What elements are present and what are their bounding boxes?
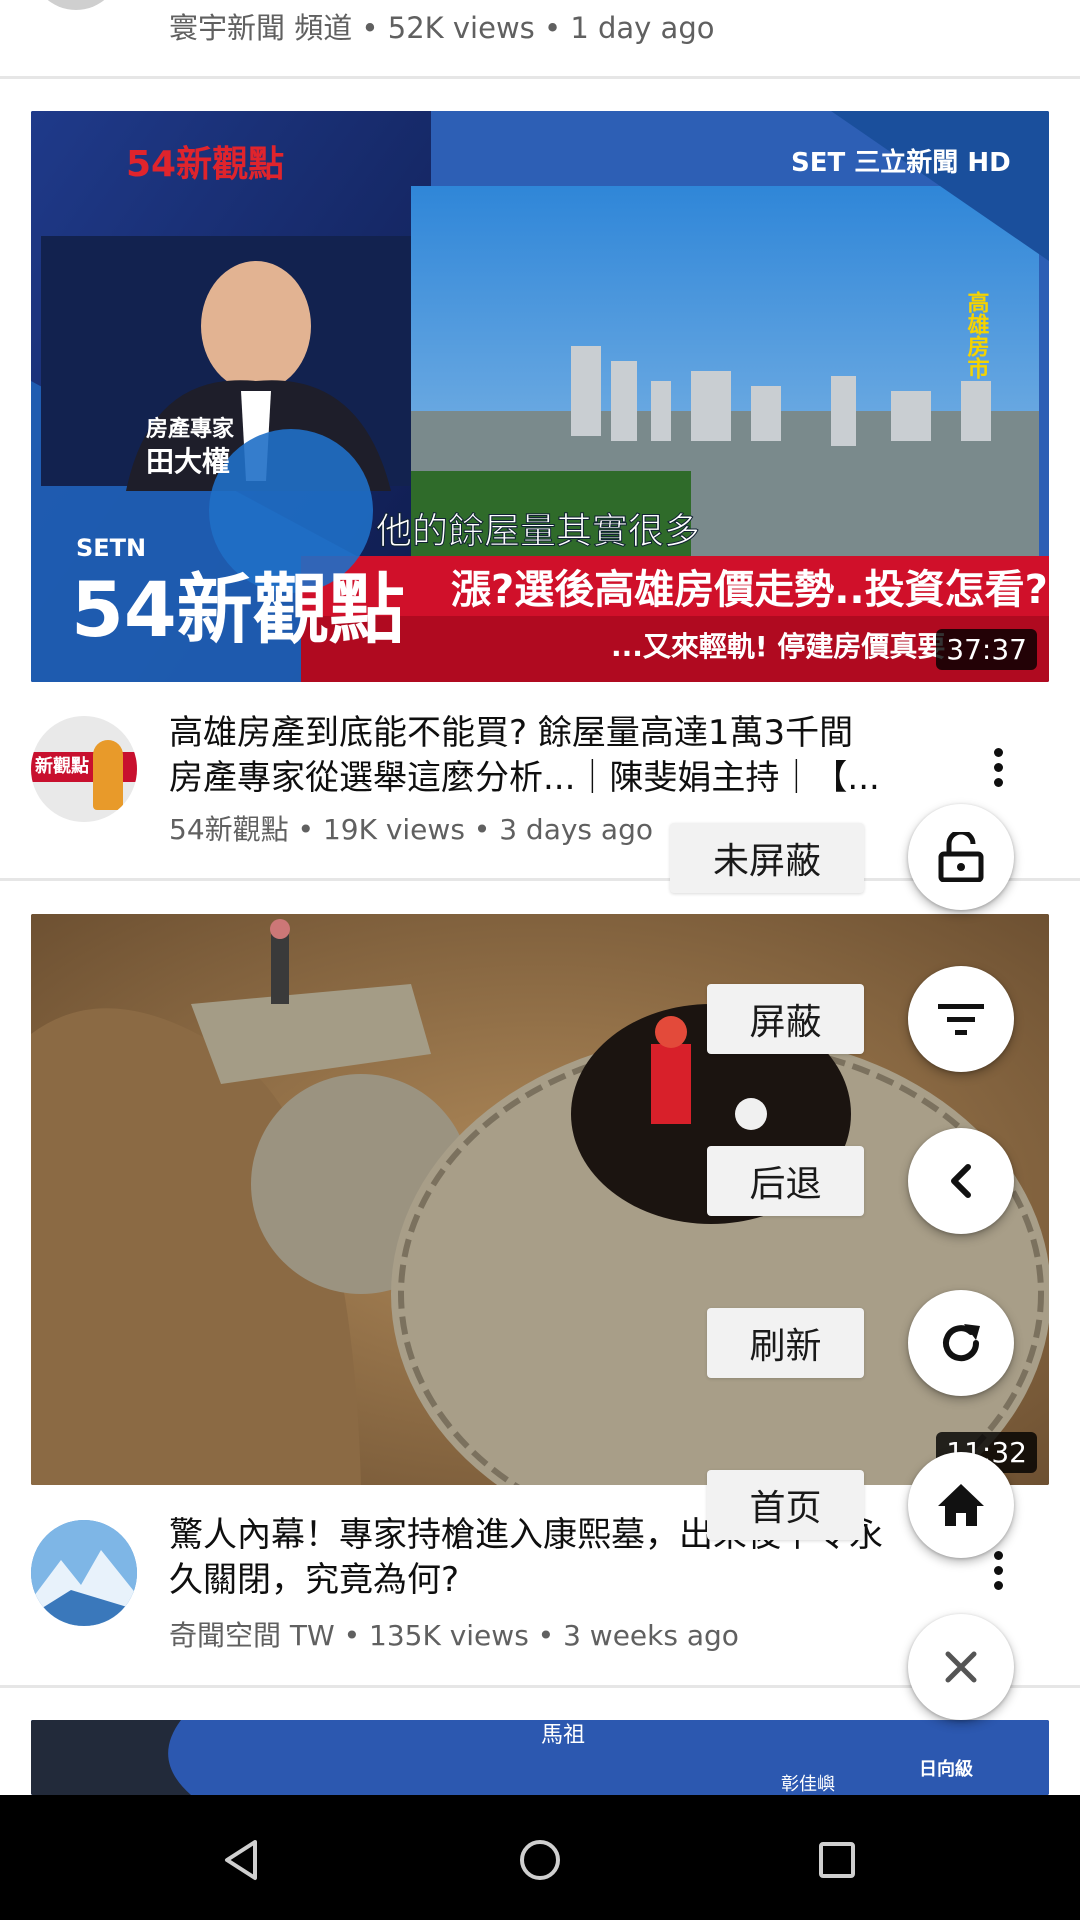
more-dot (993, 747, 1003, 757)
thumb-expert-caption: 房產專家 (146, 416, 235, 442)
refresh-button[interactable] (908, 1290, 1014, 1396)
thumb-brand: SET 三立新聞 HD (791, 147, 1011, 178)
thumb-place2: 彰佳嶼 (781, 1774, 835, 1795)
home-label[interactable]: 首页 (707, 1470, 864, 1540)
system-navigation-bar (0, 1795, 1080, 1920)
thumb-place1: 馬祖 (541, 1723, 585, 1748)
system-home-button[interactable] (495, 1815, 585, 1905)
video-meta: 奇聞空間 TW • 135K views • 3 weeks ago (169, 1619, 739, 1652)
thumb-setn: SETN (76, 534, 146, 562)
channel-avatar[interactable]: 新觀點 (31, 716, 137, 822)
thumbnail-2-art (31, 914, 1049, 1485)
system-back-button[interactable] (196, 1815, 286, 1905)
video-thumbnail-3[interactable]: 馬祖 彰佳嶼 日向級 (31, 1720, 1049, 1795)
chevron-left-icon (951, 1164, 971, 1198)
more-dot (993, 762, 1003, 772)
video-title-line-2: 久關閉，究竟為何? (169, 1560, 460, 1600)
back-button[interactable] (908, 1128, 1014, 1234)
top-video-meta: 寰宇新聞 頻道 • 52K views • 1 day ago (169, 11, 715, 45)
more-dot (993, 1580, 1003, 1590)
thumb-side-caption: 高雄房市 (964, 290, 991, 379)
thumbnail-3-art: 馬祖 彰佳嶼 日向級 (31, 1720, 1049, 1795)
more-dot (993, 1550, 1003, 1560)
more-options-button[interactable] (978, 737, 1018, 797)
home-icon (938, 1484, 984, 1526)
lock-button[interactable] (908, 804, 1014, 910)
home-button[interactable] (908, 1452, 1014, 1558)
unblocked-status-label[interactable]: 未屏蔽 (670, 823, 864, 893)
recents-square-icon (819, 1842, 855, 1878)
avatar-art (31, 1520, 137, 1626)
video-duration: 37:37 (936, 629, 1037, 670)
thumb-expert-name: 田大權 (146, 445, 230, 478)
thumb-logo: 54新觀點 (126, 144, 284, 185)
filter-icon (938, 1004, 984, 1035)
video-meta: 54新觀點 • 19K views • 3 days ago (169, 813, 653, 846)
thumb-headline: 漲?選後高雄房價走勢..投資怎看? (451, 567, 1048, 613)
thumbnail-1-art: 54新觀點 SET 三立新聞 HD 房產專家 田大權 SETN 54新觀點 高雄… (31, 111, 1049, 682)
thumb-badge: 日向級 (919, 1758, 973, 1780)
refresh-label[interactable]: 刷新 (707, 1308, 864, 1378)
filter-button[interactable] (908, 966, 1014, 1072)
channel-avatar[interactable] (31, 1520, 137, 1626)
divider (0, 76, 1080, 79)
close-button[interactable] (908, 1614, 1014, 1720)
thumb-ticker: ...又來輕軌! 停建房價真要 (611, 630, 945, 663)
video-title[interactable]: 高雄房產到底能不能買? 餘屋量高達1萬3千間 房產專家從選舉這麼分析...｜陳斐… (169, 711, 929, 801)
top-channel-avatar[interactable] (31, 0, 121, 10)
video-thumbnail-2[interactable]: 11:32 (31, 914, 1049, 1485)
more-dot (993, 1565, 1003, 1575)
more-dot (993, 777, 1003, 787)
thumb-show-big: 54新觀點 (71, 565, 405, 654)
close-icon (945, 1651, 977, 1683)
lock-open-icon (938, 832, 984, 882)
video-title-line-2: 房產專家從選舉這麼分析...｜陳斐娟主持｜【... (169, 758, 880, 798)
thumb-subtitle: 他的餘屋量其實很多 (376, 511, 700, 552)
refresh-icon (943, 1324, 980, 1362)
video-thumbnail-1[interactable]: 54新觀點 SET 三立新聞 HD 房產專家 田大權 SETN 54新觀點 高雄… (31, 111, 1049, 682)
back-triangle-icon (225, 1840, 257, 1880)
home-circle-icon (520, 1840, 560, 1880)
system-recents-button[interactable] (792, 1815, 882, 1905)
video-title-line-1: 高雄房產到底能不能買? 餘屋量高達1萬3千間 (169, 713, 854, 753)
back-label[interactable]: 后退 (707, 1146, 864, 1216)
block-label[interactable]: 屏蔽 (707, 984, 864, 1054)
